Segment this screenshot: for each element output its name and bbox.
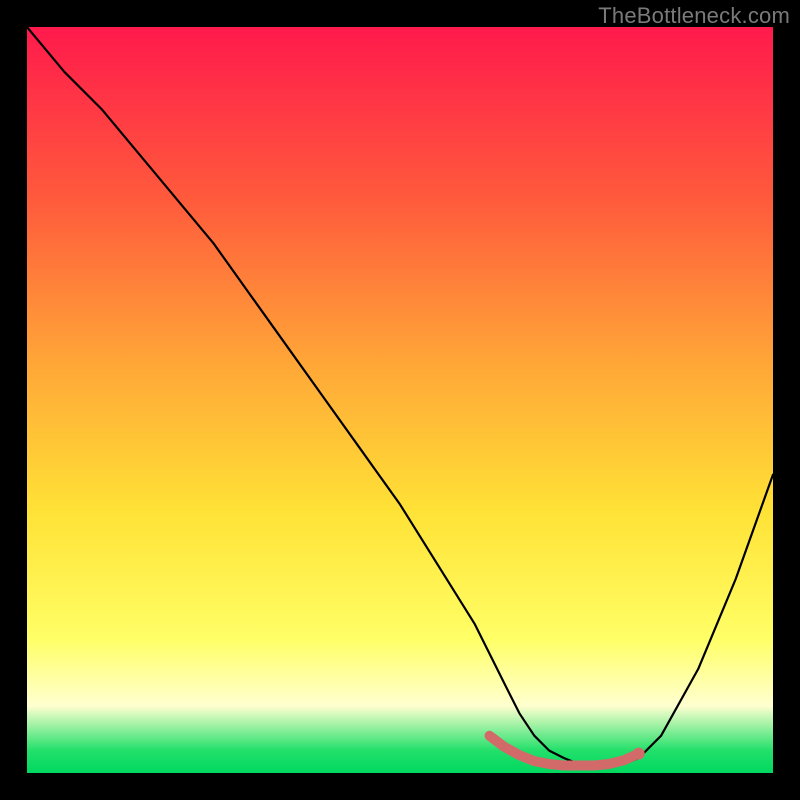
optimal-range-marker [490, 736, 639, 766]
chart-svg [27, 27, 773, 773]
optimal-range-end-dot [633, 748, 645, 760]
chart-frame: TheBottleneck.com [0, 0, 800, 800]
chart-plot-area [27, 27, 773, 773]
watermark-text: TheBottleneck.com [598, 3, 790, 29]
bottleneck-curve [27, 27, 773, 766]
